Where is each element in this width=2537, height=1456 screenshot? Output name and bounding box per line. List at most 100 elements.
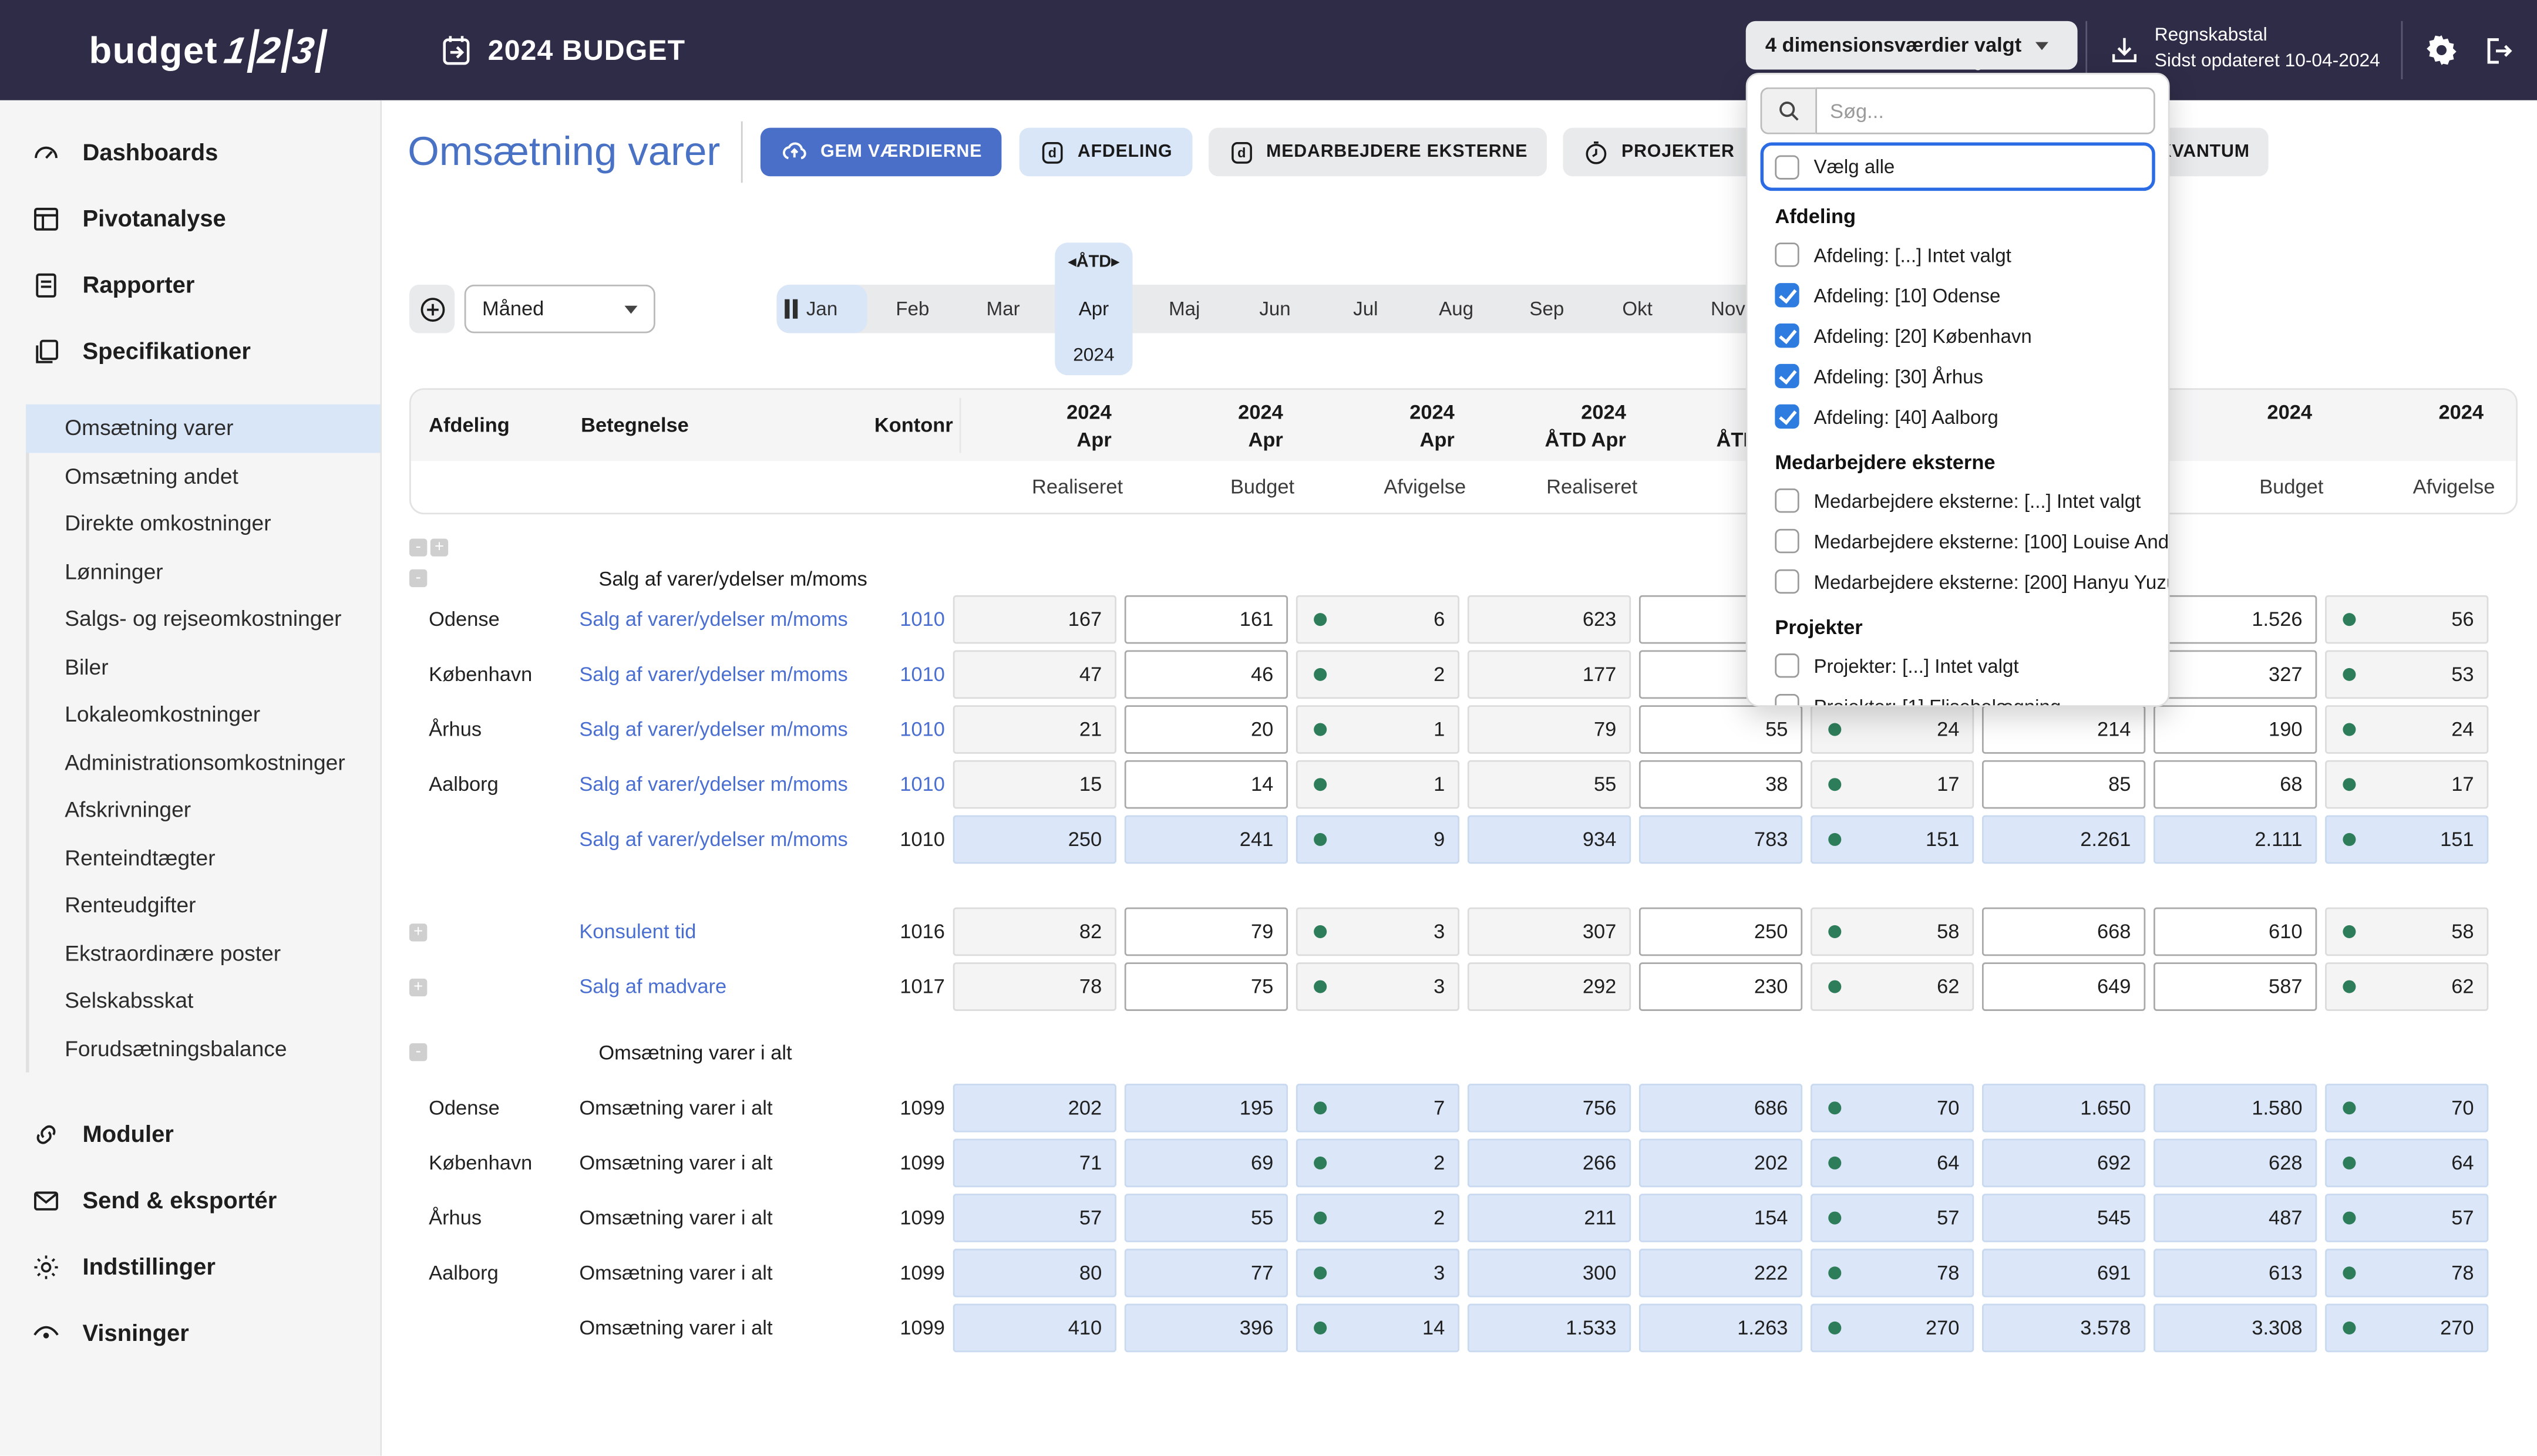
dimension-option[interactable]: Medarbejdere eksterne: [100] Louise Ande…	[1761, 521, 2155, 561]
search-input[interactable]	[1815, 87, 2155, 134]
month-tab-feb[interactable]: Feb	[867, 285, 958, 333]
budget-input-cell[interactable]: 55	[1639, 705, 1802, 754]
budget-input-cell[interactable]: 668	[1982, 908, 2145, 956]
checkbox-icon[interactable]	[1775, 283, 1799, 307]
sidebar-subitem[interactable]: Lokaleomkostninger	[29, 690, 381, 738]
month-tab-jan[interactable]: Jan	[776, 285, 867, 333]
month-tab-jun[interactable]: Jun	[1230, 285, 1320, 333]
checkbox-icon[interactable]	[1775, 569, 1799, 594]
period-column-header[interactable]: 2024Apr	[1304, 398, 1468, 453]
budget-input-cell[interactable]: 1.526	[2154, 595, 2317, 644]
dimension-button-medarbejdere-eksterne[interactable]: dMEDARBEJDERE EKSTERNE	[1208, 128, 1547, 177]
period-column-header[interactable]: 2024Apr	[961, 398, 1125, 453]
checkbox-icon[interactable]	[1775, 154, 1799, 178]
month-tab-sep[interactable]: Sep	[1502, 285, 1592, 333]
subcolumn-header-afvigelse[interactable]: Afvigelse	[1315, 476, 1479, 498]
budget-input-cell[interactable]: 214	[1982, 705, 2145, 754]
dimension-button-afdeling[interactable]: dAFDELING	[1019, 128, 1192, 177]
sidebar-item-rapporter[interactable]: Rapporter	[0, 252, 380, 319]
add-column-button[interactable]	[409, 285, 455, 333]
dimension-option[interactable]: Projekter: [1] Flisebelægning	[1761, 686, 2155, 707]
col-header-afdeling[interactable]: Afdeling	[411, 414, 581, 437]
budget-input-cell[interactable]: 327	[2154, 651, 2317, 699]
sidebar-item-dashboards[interactable]: Dashboards	[0, 120, 380, 186]
sidebar-subitem[interactable]: Ekstraordinære poster	[29, 929, 381, 977]
budget-input-cell[interactable]: 79	[1125, 908, 1288, 956]
sidebar-item-moduler[interactable]: Moduler	[0, 1101, 380, 1168]
betegnelse-link[interactable]: Salg af madvare	[579, 975, 854, 998]
budget-input-cell[interactable]: 190	[2154, 705, 2317, 754]
checkbox-icon[interactable]	[1775, 405, 1799, 429]
subcolumn-header-budget[interactable]: Budget	[2173, 476, 2336, 498]
kontonr-link[interactable]: 1010	[854, 663, 945, 686]
checkbox-icon[interactable]	[1775, 323, 1799, 348]
sidebar-subitem[interactable]: Salgs- og rejseomkostninger	[29, 595, 381, 643]
budget-input-cell[interactable]: 38	[1639, 760, 1802, 809]
collapse-group-button[interactable]: -	[409, 1043, 427, 1061]
budget-input-cell[interactable]: 161	[1125, 595, 1288, 644]
range-start-marker-icon[interactable]	[785, 299, 797, 319]
budget-input-cell[interactable]: 250	[1639, 908, 1802, 956]
checkbox-icon[interactable]	[1775, 529, 1799, 553]
collapse-group-button[interactable]: -	[409, 569, 427, 587]
kontonr-link[interactable]: 1010	[854, 718, 945, 741]
dimension-option[interactable]: Medarbejdere eksterne: [...] Intet valgt	[1761, 480, 2155, 521]
budget-input-cell[interactable]: 230	[1639, 962, 1802, 1011]
dimension-option[interactable]: Afdeling: [...] Intet valgt	[1761, 234, 2155, 275]
expand-row-button[interactable]: +	[409, 924, 427, 941]
budget-input-cell[interactable]: 649	[1982, 962, 2145, 1011]
sidebar-subitem[interactable]: Omsætning varer	[26, 405, 380, 452]
col-header-kontonr[interactable]: Kontonr	[856, 414, 953, 437]
betegnelse-link[interactable]: Salg af varer/ydelser m/moms	[579, 608, 854, 631]
sidebar-item-send-eksporter[interactable]: Send & eksportér	[0, 1168, 380, 1234]
kontonr-link[interactable]: 1010	[854, 608, 945, 631]
month-tab-maj[interactable]: Maj	[1139, 285, 1230, 333]
app-logo[interactable]: budget 123	[89, 28, 325, 72]
sidebar-item-specifikationer[interactable]: Specifikationer	[0, 319, 380, 385]
logout-icon-button[interactable]	[2481, 33, 2515, 67]
sidebar-item-indstillinger[interactable]: Indstillinger	[0, 1234, 380, 1300]
subcolumn-header-realiseret[interactable]: Realiseret	[1487, 476, 1650, 498]
sidebar-subitem[interactable]: Administrationsomkostninger	[29, 739, 381, 786]
dimension-values-dropdown-trigger[interactable]: 4 dimensionsværdier valgt	[1746, 21, 2078, 70]
sidebar-subitem[interactable]: Omsætning andet	[29, 452, 381, 500]
dimension-option[interactable]: Medarbejdere eksterne: [200] Hanyu Yuzur…	[1761, 561, 2155, 602]
period-column-header[interactable]: 2024ÅTD Apr	[1476, 398, 1639, 453]
dimension-option[interactable]: Afdeling: [40] Aalborg	[1761, 396, 2155, 437]
subcolumn-header-budget[interactable]: Budget	[1144, 476, 1307, 498]
dimension-option[interactable]: Afdeling: [10] Odense	[1761, 275, 2155, 315]
checkbox-icon[interactable]	[1775, 488, 1799, 513]
betegnelse-link[interactable]: Salg af varer/ydelser m/moms	[579, 718, 854, 741]
budget-input-cell[interactable]: 68	[2154, 760, 2317, 809]
col-header-betegnelse[interactable]: Betegnelse	[581, 414, 856, 437]
budget-document-title[interactable]: 2024 BUDGET	[438, 32, 685, 68]
expand-row-button[interactable]: +	[409, 979, 427, 996]
sidebar-item-pivotanalyse[interactable]: Pivotanalyse	[0, 186, 380, 252]
sidebar-subitem[interactable]: Direkte omkostninger	[29, 500, 381, 547]
month-tab-apr[interactable]: ◂ÅTD▸Apr2024	[1048, 285, 1139, 333]
period-column-header[interactable]: 2024Apr	[1133, 398, 1296, 453]
current-month-atd-pill[interactable]: ◂ÅTD▸Apr2024	[1055, 242, 1132, 375]
atd-label[interactable]: ◂ÅTD▸	[1068, 252, 1120, 272]
sidebar-subitem[interactable]: Forudsætningsbalance	[29, 1024, 381, 1072]
sidebar-subitem[interactable]: Biler	[29, 643, 381, 690]
save-values-button[interactable]: GEM VÆRDIERNE	[761, 128, 1001, 177]
betegnelse-link[interactable]: Salg af varer/ydelser m/moms	[579, 663, 854, 686]
sidebar-subitem[interactable]: Renteudgifter	[29, 882, 381, 929]
budget-input-cell[interactable]: 75	[1125, 962, 1288, 1011]
betegnelse-link[interactable]: Konsulent tid	[579, 921, 854, 943]
sidebar-item-visninger[interactable]: Visninger	[0, 1300, 380, 1367]
sidebar-subitem[interactable]: Renteindtægter	[29, 834, 381, 881]
checkbox-icon[interactable]	[1775, 364, 1799, 388]
month-tab-mar[interactable]: Mar	[958, 285, 1048, 333]
betegnelse-link[interactable]: Salg af varer/ydelser m/moms	[579, 773, 854, 796]
sidebar-subitem[interactable]: Lønninger	[29, 548, 381, 595]
sidebar-subitem[interactable]: Selskabsskat	[29, 977, 381, 1024]
expand-all-button[interactable]: +	[430, 538, 448, 556]
budget-input-cell[interactable]: 20	[1125, 705, 1288, 754]
select-all-option[interactable]: Vælg alle	[1761, 142, 2155, 191]
interval-select[interactable]: Måned	[465, 285, 655, 333]
budget-input-cell[interactable]: 14	[1125, 760, 1288, 809]
month-tab-aug[interactable]: Aug	[1411, 285, 1501, 333]
budget-input-cell[interactable]: 85	[1982, 760, 2145, 809]
